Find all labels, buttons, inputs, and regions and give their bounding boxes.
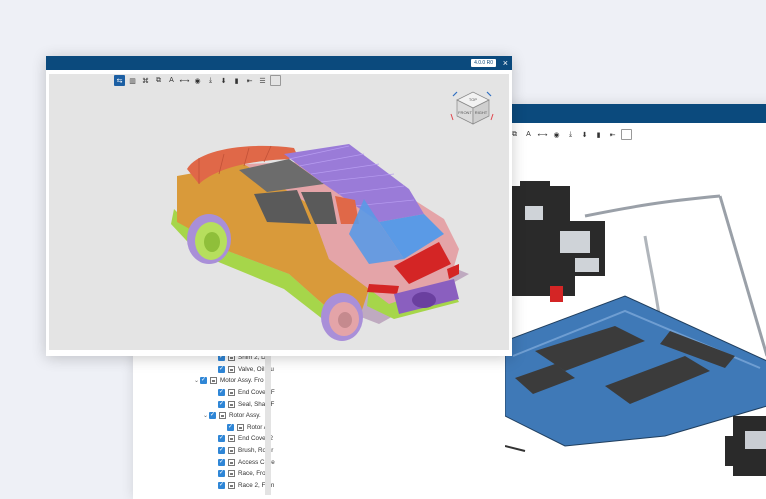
part-icon <box>228 435 235 443</box>
part-icon <box>228 470 235 478</box>
car-model <box>171 144 469 341</box>
visibility-checkbox[interactable]: ✓ <box>209 412 216 420</box>
visibility-checkbox[interactable]: ✓ <box>218 400 225 408</box>
tree-row[interactable]: ✓ Seal, Shaft F <box>193 398 333 410</box>
visibility-checkbox[interactable]: ✓ <box>218 458 225 466</box>
car-tool-button[interactable]: ⇤ <box>244 75 255 86</box>
cube-top-label: TOP <box>469 97 477 102</box>
part-icon <box>228 400 235 408</box>
assembly-icon <box>219 412 226 420</box>
visibility-checkbox[interactable]: ✓ <box>218 447 225 455</box>
tree-scrollbar[interactable] <box>265 350 271 495</box>
tree-row[interactable]: ✓ Rotor As <box>193 422 333 434</box>
part-icon <box>228 458 235 466</box>
car-tool-button[interactable]: ⌘ <box>140 75 151 86</box>
car-tool-button[interactable]: ⤓ <box>205 75 216 86</box>
cube-right-label: RIGHT <box>475 110 488 115</box>
visibility-checkbox[interactable]: ✓ <box>200 377 207 385</box>
assembly-icon <box>210 377 217 385</box>
rear-wheel <box>321 293 363 341</box>
car-window-titlebar[interactable]: 4.0.0 R0 × <box>46 56 512 70</box>
visibility-checkbox[interactable]: ✓ <box>218 435 225 443</box>
visibility-checkbox[interactable]: ✓ <box>218 470 225 478</box>
chevron-down-icon[interactable]: ⌄ <box>193 377 200 384</box>
car-tool-button[interactable]: ⟷ <box>179 75 190 86</box>
tree-row[interactable]: ✓ Race 2, Fron <box>193 480 333 492</box>
tree-row[interactable]: ⌄ ✓ Rotor Assy. <box>193 410 333 422</box>
tree-row[interactable]: ✓ Access Cove <box>193 456 333 468</box>
chassis-tool-button[interactable]: A <box>523 129 534 140</box>
red-connector <box>550 286 563 302</box>
chassis-model <box>505 181 766 476</box>
tree-row[interactable]: ✓ Brush, Rotor <box>193 445 333 457</box>
tree-row-label: Rotor Assy. <box>229 412 261 420</box>
tree-row-label: Motor Assy. Fro <box>220 377 264 385</box>
chassis-3d-viewport[interactable] <box>505 146 766 499</box>
car-viewer-window: 4.0.0 R0 × TOP FRONT RIGHT ⇆ ▥ ⌘ ⧉ A ⟷ ◉… <box>46 56 512 356</box>
tree-row[interactable]: ⌄ ✓ Motor Assy. Fro <box>193 375 333 387</box>
part-icon <box>237 423 244 431</box>
car-tool-button[interactable]: ⇆ <box>114 75 125 86</box>
car-toolbar: ⇆ ▥ ⌘ ⧉ A ⟷ ◉ ⤓ ⬇ ▮ ⇤ ☰ <box>114 75 281 87</box>
visibility-checkbox[interactable]: ✓ <box>218 389 225 397</box>
chassis-tool-button[interactable] <box>621 129 632 140</box>
chassis-tool-button[interactable]: ⟷ <box>537 129 548 140</box>
close-icon[interactable]: × <box>503 57 508 69</box>
version-badge: 4.0.0 R0 <box>471 59 496 67</box>
tree-row[interactable]: ✓ Race, Front <box>193 468 333 480</box>
front-wheel <box>187 214 231 264</box>
car-tool-button[interactable]: ▮ <box>231 75 242 86</box>
visibility-checkbox[interactable]: ✓ <box>218 365 225 373</box>
chassis-tool-button[interactable]: ⤓ <box>565 129 576 140</box>
part-icon <box>228 481 235 489</box>
tree-row[interactable]: ✓ End Cover, F <box>193 387 333 399</box>
chevron-down-icon[interactable]: ⌄ <box>202 412 209 419</box>
chassis-tool-button[interactable]: ◉ <box>551 129 562 140</box>
cube-front-label: FRONT <box>458 110 472 115</box>
chassis-tool-button[interactable]: ⇤ <box>607 129 618 140</box>
chassis-tool-button[interactable]: ⬇ <box>579 129 590 140</box>
part-icon <box>228 389 235 397</box>
view-cube[interactable]: TOP FRONT RIGHT <box>447 84 497 130</box>
assembly-tree: ✓ Shim 2, Diff ✓ Valve, Oil Su ⌄ ✓ Motor Assy.… <box>193 352 333 491</box>
visibility-checkbox[interactable]: ✓ <box>227 423 234 431</box>
car-tool-button[interactable]: A <box>166 75 177 86</box>
chassis-tool-button[interactable]: ▮ <box>593 129 604 140</box>
car-tool-button[interactable]: ▥ <box>127 75 138 86</box>
car-tool-button[interactable]: ◉ <box>192 75 203 86</box>
part-icon <box>228 447 235 455</box>
car-tool-button[interactable]: ☰ <box>257 75 268 86</box>
car-tool-button[interactable] <box>270 75 281 86</box>
chassis-toolbar: ⧉ A ⟷ ◉ ⤓ ⬇ ▮ ⇤ <box>509 129 632 141</box>
car-tool-button[interactable]: ⬇ <box>218 75 229 86</box>
part-icon <box>228 365 235 373</box>
car-tool-button[interactable]: ⧉ <box>153 75 164 86</box>
tree-row[interactable]: ✓ Valve, Oil Su <box>193 364 333 376</box>
visibility-checkbox[interactable]: ✓ <box>218 481 225 489</box>
car-3d-viewport[interactable]: TOP FRONT RIGHT <box>49 74 509 350</box>
tree-row[interactable]: ✓ End Cover 2 <box>193 433 333 445</box>
